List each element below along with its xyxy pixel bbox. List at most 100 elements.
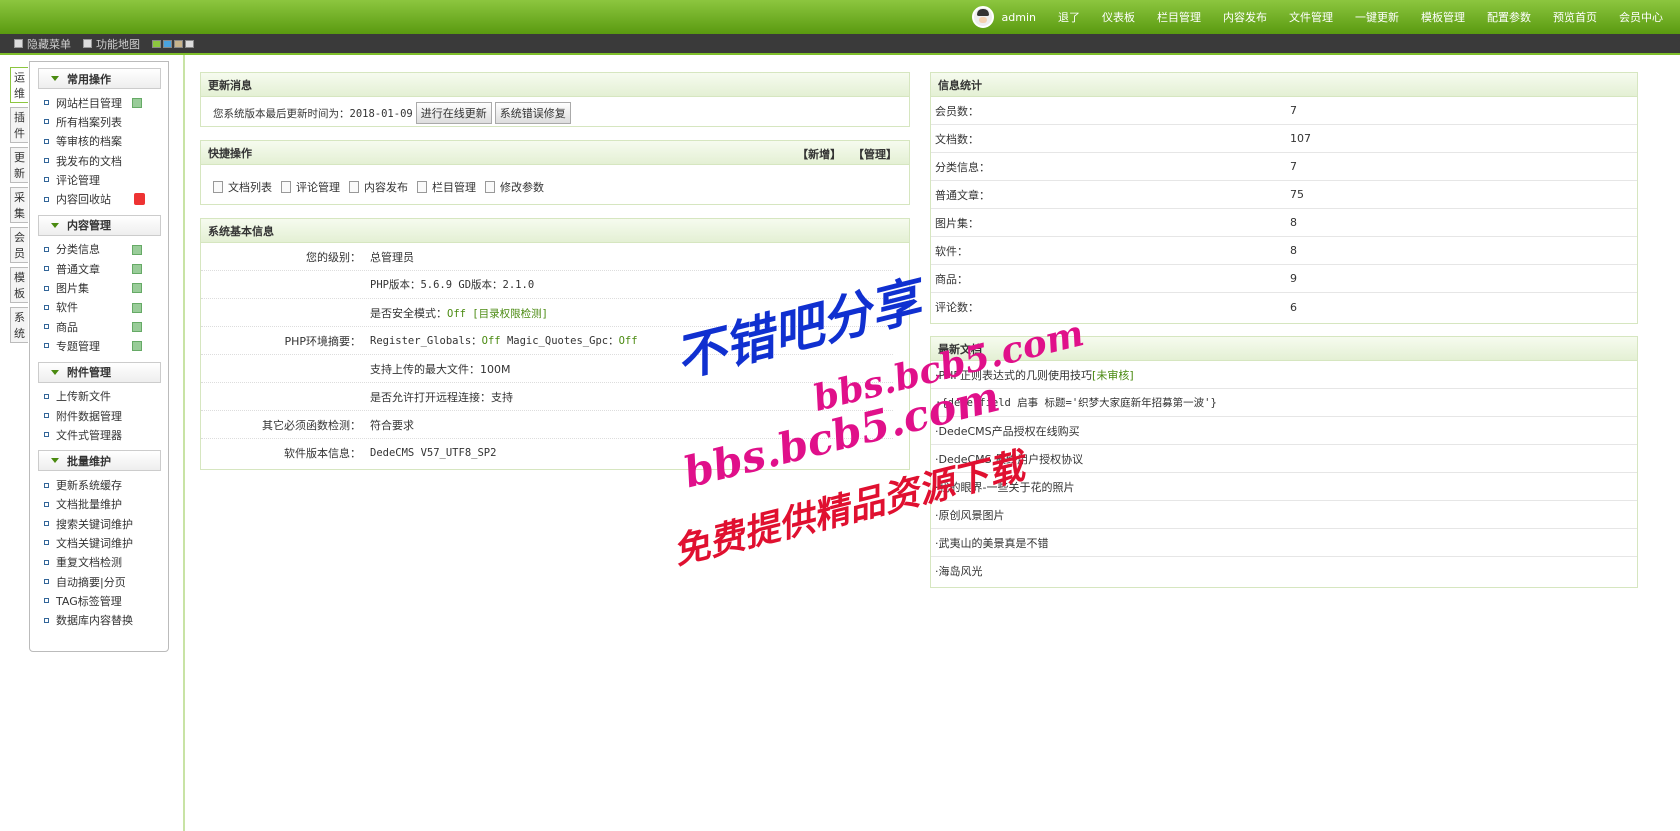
menu-item[interactable]: 所有档案列表 (30, 112, 168, 131)
menu-item[interactable]: 更新系统缓存 (30, 475, 168, 494)
quick-publish[interactable]: 内容发布 (349, 179, 408, 195)
news-item[interactable]: ·我的眼界-一些关于花的照片 (931, 473, 1637, 501)
news-item[interactable]: ·PHP正则表达式的几则使用技巧 [未审核] (931, 361, 1637, 389)
news-link[interactable]: ·海岛风光 (935, 563, 983, 579)
skin-blue-swatch[interactable] (163, 39, 172, 48)
add-icon[interactable] (132, 341, 142, 352)
menu-item[interactable]: 我发布的文档 (30, 151, 168, 170)
user-avatar[interactable] (971, 6, 994, 28)
group-header-attachment[interactable]: 附件管理 (38, 361, 161, 383)
stat-row: 评论数： 6 (931, 293, 1637, 321)
news-item[interactable]: ·武夷山的美景真是不错 (931, 529, 1637, 557)
tab-collect[interactable]: 采集 (10, 187, 28, 223)
frame-divider (183, 55, 185, 831)
tab-template[interactable]: 模板 (10, 267, 28, 303)
error-fix-button[interactable]: 系统错误修复 (494, 102, 571, 124)
tab-update[interactable]: 更新 (10, 147, 28, 183)
quick-comments[interactable]: 评论管理 (281, 179, 340, 195)
quick-add-link[interactable]: 【新增】 (797, 148, 841, 161)
menu-item[interactable]: 上传新文件 (30, 387, 168, 406)
quick-category[interactable]: 栏目管理 (417, 179, 476, 195)
nav-update[interactable]: 一键更新 (1355, 9, 1399, 25)
add-icon[interactable] (132, 264, 142, 275)
bullet-icon (44, 266, 49, 272)
menu-item[interactable]: 图片集 (30, 278, 168, 297)
online-update-button[interactable]: 进行在线更新 (415, 102, 492, 124)
nav-dashboard[interactable]: 仪表板 (1102, 9, 1135, 25)
menu-item[interactable]: 评论管理 (30, 170, 168, 189)
news-link[interactable]: ·{dede:field 启事 标题='织梦大家庭新年招募第一波'} (935, 395, 1217, 410)
news-link[interactable]: ·DedeCMS产品授权在线购买 (935, 423, 1080, 439)
add-icon[interactable] (132, 98, 142, 108)
menu-item-label: 文档批量维护 (56, 498, 122, 512)
nav-member[interactable]: 会员中心 (1619, 9, 1663, 25)
user-name-link[interactable]: admin (1002, 11, 1036, 24)
top-nav: admin 退了 仪表板 栏目管理 内容发布 文件管理 一键更新 模板管理 配置… (971, 0, 1674, 34)
quick-doclist[interactable]: 文档列表 (213, 179, 272, 195)
skin-gray-swatch[interactable] (185, 39, 194, 48)
news-link[interactable]: ·武夷山的美景真是不错 (935, 535, 1049, 551)
news-item[interactable]: ·原创风景图片 (931, 501, 1637, 529)
hide-menu-button[interactable]: 隐藏菜单 (14, 36, 71, 52)
menu-item[interactable]: TAG标签管理 (30, 591, 168, 610)
news-link[interactable]: ·我的眼界-一些关于花的照片 (935, 479, 1074, 495)
trash-icon[interactable] (134, 193, 145, 206)
quick-manage-link[interactable]: 【管理】 (853, 148, 897, 161)
info-row: 软件版本信息： DedeCMS V57_UTF8_SP2 (201, 439, 893, 467)
menu-item[interactable]: 搜索关键词维护 (30, 514, 168, 533)
menu-item[interactable]: 附件数据管理 (30, 406, 168, 425)
menu-item-label: 分类信息 (56, 243, 100, 257)
add-icon[interactable] (132, 321, 142, 332)
add-icon[interactable] (132, 244, 142, 255)
quick-settings[interactable]: 修改参数 (485, 179, 544, 195)
menu-item[interactable]: 分类信息 (30, 240, 168, 259)
menu-item-label: 普通文章 (56, 262, 100, 276)
menu-item[interactable]: 文件式管理器 (30, 425, 168, 444)
menu-item[interactable]: 软件 (30, 298, 168, 317)
nav-files[interactable]: 文件管理 (1289, 9, 1333, 25)
menu-item[interactable]: 等审核的档案 (30, 132, 168, 151)
safe-mode-check-link[interactable]: Off [目录权限检测] (447, 308, 548, 320)
news-item[interactable]: ·海岛风光 (931, 557, 1637, 585)
menu-item[interactable]: 数据库内容替换 (30, 611, 168, 630)
menu-item[interactable]: 普通文章 (30, 259, 168, 278)
news-link[interactable]: ·DedeCMS 最终用户授权协议 (935, 451, 1083, 467)
group-header-content[interactable]: 内容管理 (38, 214, 161, 236)
news-item[interactable]: ·DedeCMS产品授权在线购买 (931, 417, 1637, 445)
nav-preview[interactable]: 预览首页 (1553, 9, 1597, 25)
menu-item[interactable]: 商品 (30, 317, 168, 336)
tab-member[interactable]: 会员 (10, 227, 28, 263)
skin-brown-swatch[interactable] (174, 39, 183, 48)
nav-templates[interactable]: 模板管理 (1421, 9, 1465, 25)
add-icon[interactable] (132, 302, 142, 313)
skin-green-swatch[interactable] (152, 39, 161, 48)
menu-item[interactable]: 重复文档检测 (30, 553, 168, 572)
add-icon[interactable] (132, 283, 142, 294)
tab-plugins[interactable]: 插件 (10, 107, 28, 143)
nav-category[interactable]: 栏目管理 (1157, 9, 1201, 25)
menu-item[interactable]: 自动摘要|分页 (30, 572, 168, 591)
menu-item[interactable]: 内容回收站 (30, 189, 168, 208)
quick-label: 修改参数 (500, 181, 544, 194)
group-header-batch[interactable]: 批量维护 (38, 450, 161, 472)
nav-logout[interactable]: 退了 (1058, 9, 1080, 25)
tab-system[interactable]: 系统 (10, 307, 28, 343)
tab-maintenance[interactable]: 运维 (10, 67, 28, 103)
stat-label: 分类信息： (935, 160, 990, 174)
news-item[interactable]: ·DedeCMS 最终用户授权协议 (931, 445, 1637, 473)
menu-item[interactable]: 文档批量维护 (30, 495, 168, 514)
group-header-common[interactable]: 常用操作 (38, 68, 161, 89)
news-link[interactable]: ·原创风景图片 (935, 507, 1005, 523)
doc-list-icon (213, 181, 223, 193)
hide-menu-label: 隐藏菜单 (27, 37, 71, 51)
func-map-button[interactable]: 功能地图 (83, 36, 140, 52)
news-link[interactable]: ·PHP正则表达式的几则使用技巧 (935, 367, 1092, 383)
menu-item[interactable]: 文档关键词维护 (30, 533, 168, 552)
menu-item[interactable]: 专题管理 (30, 336, 168, 355)
sidebar-menu: 常用操作 网站栏目管理 所有档案列表 等审核的档案 我发布的文档 评论管理 内容… (29, 61, 169, 652)
nav-publish[interactable]: 内容发布 (1223, 9, 1267, 25)
news-item[interactable]: ·{dede:field 启事 标题='织梦大家庭新年招募第一波'} (931, 389, 1637, 417)
menu-item-label: 附件数据管理 (56, 409, 122, 423)
menu-item[interactable]: 网站栏目管理 (30, 93, 168, 112)
nav-config[interactable]: 配置参数 (1487, 9, 1531, 25)
